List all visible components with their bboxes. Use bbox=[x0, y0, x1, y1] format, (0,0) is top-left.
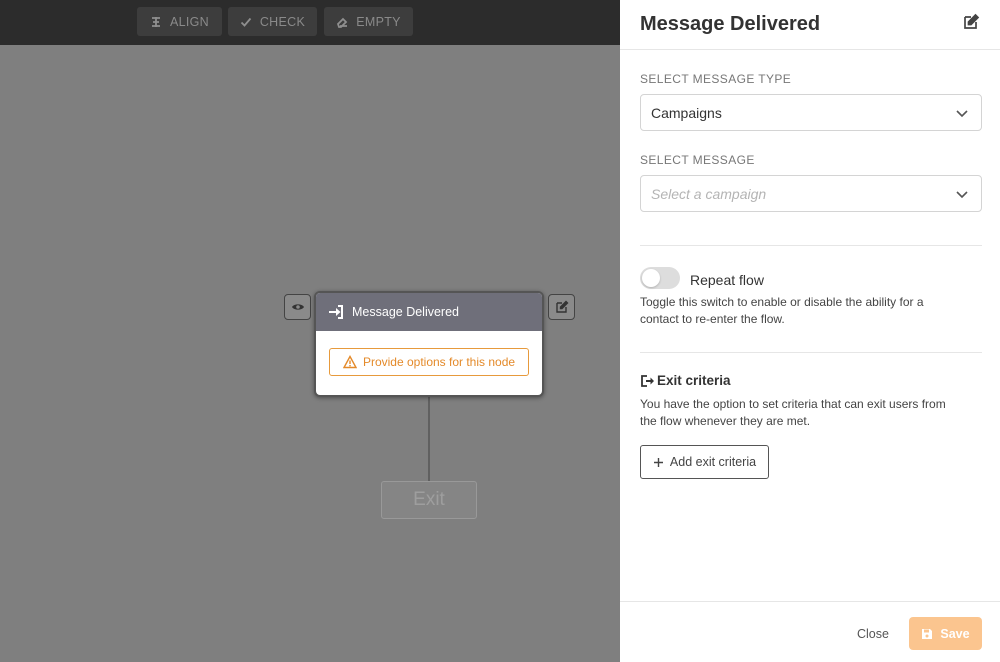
node-title: Message Delivered bbox=[352, 305, 459, 319]
align-button[interactable]: ALIGN bbox=[137, 7, 222, 36]
empty-label: EMPTY bbox=[356, 14, 401, 29]
message-type-label: SELECT MESSAGE TYPE bbox=[640, 72, 792, 86]
sign-out-icon bbox=[641, 374, 654, 387]
repeat-flow-description: Toggle this switch to enable or disable … bbox=[640, 295, 924, 326]
message-delivered-node[interactable]: Message Delivered Provide options for th… bbox=[314, 291, 544, 397]
exit-criteria-heading: Exit criteria bbox=[640, 373, 731, 388]
check-button[interactable]: CHECK bbox=[228, 7, 317, 36]
canvas-toolbar: ALIGN CHECK EMPTY bbox=[0, 0, 620, 45]
check-label: CHECK bbox=[259, 14, 306, 29]
edit-node-button[interactable] bbox=[548, 294, 575, 320]
toggle-knob bbox=[642, 269, 660, 287]
flow-canvas[interactable]: ALIGN CHECK EMPTY Exit Message Delivered… bbox=[0, 0, 620, 662]
plus-icon bbox=[653, 457, 663, 467]
add-exit-criteria-button[interactable]: Add exit criteria bbox=[640, 445, 769, 479]
save-icon bbox=[922, 628, 933, 639]
exit-node[interactable]: Exit bbox=[381, 481, 477, 519]
exit-criteria-title: Exit criteria bbox=[657, 373, 731, 388]
preview-node-button[interactable] bbox=[284, 294, 311, 320]
exit-criteria-description: You have the option to set criteria that… bbox=[640, 397, 946, 428]
align-label: ALIGN bbox=[169, 14, 209, 29]
message-type-select[interactable]: Campaigns bbox=[640, 94, 982, 131]
panel-footer: Close Save bbox=[620, 601, 1000, 662]
panel-edit-button[interactable] bbox=[962, 13, 980, 36]
save-button[interactable]: Save bbox=[909, 617, 982, 650]
close-button[interactable]: Close bbox=[857, 627, 889, 641]
message-placeholder: Select a campaign bbox=[651, 185, 767, 202]
divider bbox=[640, 245, 982, 246]
divider bbox=[640, 352, 982, 353]
chevron-down-icon bbox=[956, 190, 968, 198]
save-label: Save bbox=[940, 626, 970, 641]
panel-title: Message Delivered bbox=[640, 13, 821, 35]
align-icon bbox=[151, 16, 160, 27]
node-settings-panel: Message Delivered SELECT MESSAGE TYPE Ca… bbox=[620, 0, 1000, 662]
node-header: Message Delivered bbox=[316, 293, 542, 331]
message-select[interactable]: Select a campaign bbox=[640, 175, 982, 212]
panel-header: Message Delivered bbox=[620, 0, 1000, 50]
edit-icon bbox=[964, 13, 980, 29]
repeat-flow-label: Repeat flow bbox=[690, 272, 764, 288]
empty-button[interactable]: EMPTY bbox=[324, 7, 413, 36]
message-type-value: Campaigns bbox=[651, 104, 722, 121]
exit-node-label: Exit bbox=[413, 489, 445, 510]
sign-in-icon bbox=[329, 305, 343, 319]
warning-icon bbox=[342, 355, 357, 369]
message-label: SELECT MESSAGE bbox=[640, 153, 755, 167]
check-icon bbox=[240, 17, 252, 27]
eraser-icon bbox=[337, 17, 348, 28]
repeat-flow-toggle[interactable] bbox=[640, 267, 680, 289]
edit-icon bbox=[555, 300, 568, 313]
eye-icon bbox=[291, 304, 304, 310]
node-warning[interactable]: Provide options for this node bbox=[329, 348, 529, 376]
node-connector bbox=[428, 397, 430, 481]
chevron-down-icon bbox=[956, 109, 968, 117]
add-exit-criteria-label: Add exit criteria bbox=[669, 455, 757, 469]
node-warning-text: Provide options for this node bbox=[362, 355, 516, 369]
